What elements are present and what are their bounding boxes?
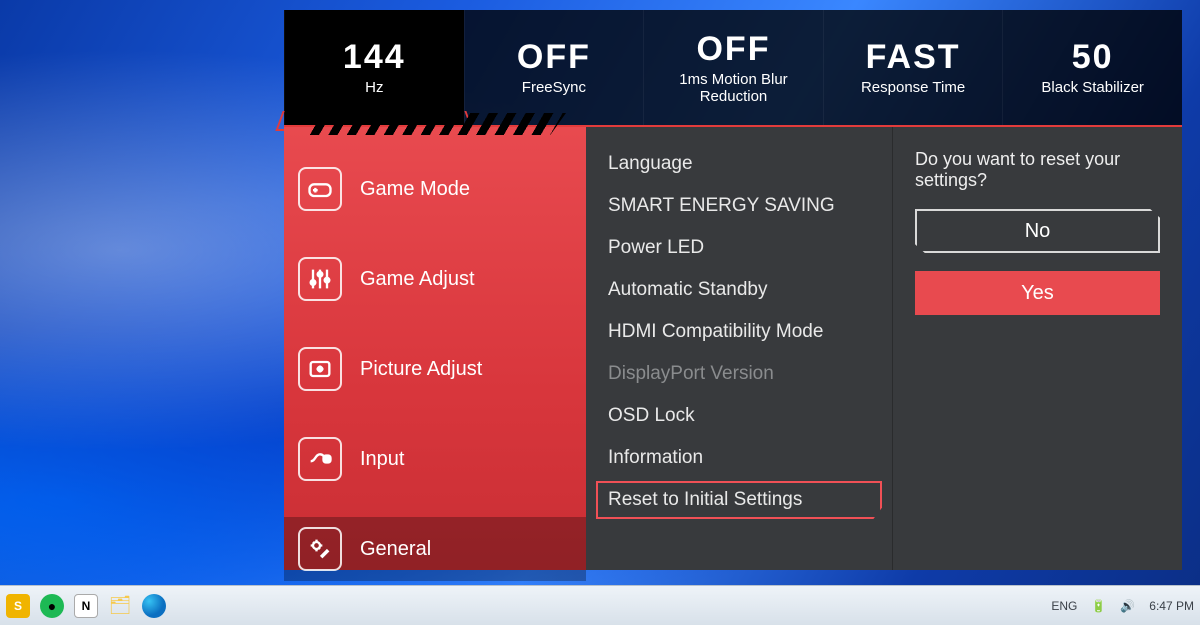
osd-submenu: Language SMART ENERGY SAVING Power LED A… — [586, 127, 892, 570]
status-value: 50 — [1072, 38, 1114, 77]
taskbar-app-spotify-icon[interactable]: ● — [40, 594, 64, 618]
submenu-item-dp-version: DisplayPort Version — [608, 363, 870, 385]
osd-status-bar: 144 Hz OFF FreeSync OFF 1ms Motion Blur … — [284, 10, 1182, 125]
status-tile-blackstab: 50 Black Stabilizer — [1002, 10, 1182, 125]
confirm-no-button[interactable]: No — [915, 209, 1160, 253]
submenu-item-reset[interactable]: Reset to Initial Settings — [596, 481, 882, 519]
menu-item-game-adjust[interactable]: Game Adjust — [284, 247, 586, 311]
taskbar-language[interactable]: ENG — [1051, 599, 1077, 613]
submenu-item-osd-lock[interactable]: OSD Lock — [608, 405, 870, 427]
brightness-icon — [298, 347, 342, 391]
status-label: Black Stabilizer — [1041, 79, 1144, 96]
osd-main-panel: Game Mode Game Adjust Picture Adjust Inp… — [284, 125, 1182, 570]
menu-label: Input — [360, 448, 404, 471]
taskbar-clock[interactable]: 6:47 PM — [1149, 599, 1194, 613]
battery-icon[interactable]: 🔋 — [1091, 599, 1106, 613]
menu-item-input[interactable]: Input — [284, 427, 586, 491]
osd-confirmation-pane: Do you want to reset your settings? No Y… — [892, 127, 1182, 570]
submenu-item-language[interactable]: Language — [608, 153, 870, 175]
submenu-item-information[interactable]: Information — [608, 447, 870, 469]
status-tile-motionblur: OFF 1ms Motion Blur Reduction — [643, 10, 823, 125]
status-value: 144 — [343, 38, 406, 77]
confirm-yes-button[interactable]: Yes — [915, 271, 1160, 315]
submenu-item-power-led[interactable]: Power LED — [608, 237, 870, 259]
confirm-question: Do you want to reset your settings? — [915, 149, 1160, 191]
menu-item-picture-adjust[interactable]: Picture Adjust — [284, 337, 586, 401]
menu-label: Game Adjust — [360, 268, 475, 291]
status-tile-response: FAST Response Time — [823, 10, 1003, 125]
taskbar-systray: ENG 🔋 🔊 6:47 PM — [1051, 599, 1194, 613]
status-value: OFF — [517, 38, 591, 77]
status-label: 1ms Motion Blur Reduction — [648, 71, 819, 106]
status-label: Hz — [365, 79, 383, 96]
windows-taskbar[interactable]: S ● N 🗂 ENG 🔋 🔊 6:47 PM — [0, 585, 1200, 625]
submenu-item-smart-energy[interactable]: SMART ENERGY SAVING — [608, 195, 870, 217]
status-tile-refresh: 144 Hz — [284, 10, 464, 125]
taskbar-pinned-apps: S ● N 🗂 — [6, 594, 166, 618]
taskbar-app-sublime-icon[interactable]: S — [6, 594, 30, 618]
taskbar-app-edge-icon[interactable] — [142, 594, 166, 618]
taskbar-app-explorer-icon[interactable]: 🗂 — [108, 594, 132, 618]
status-tile-freesync: OFF FreeSync — [464, 10, 644, 125]
sliders-icon — [298, 257, 342, 301]
volume-icon[interactable]: 🔊 — [1120, 599, 1135, 613]
taskbar-app-notion-icon[interactable]: N — [74, 594, 98, 618]
menu-label: General — [360, 538, 431, 561]
osd-main-menu: Game Mode Game Adjust Picture Adjust Inp… — [284, 127, 586, 570]
status-label: FreeSync — [522, 79, 586, 96]
menu-label: Picture Adjust — [360, 358, 482, 381]
submenu-item-hdmi-compat[interactable]: HDMI Compatibility Mode — [608, 321, 870, 343]
wrench-gear-icon — [298, 527, 342, 571]
plug-icon — [298, 437, 342, 481]
menu-label: Game Mode — [360, 178, 470, 201]
menu-stripe-decor — [304, 113, 566, 135]
gamepad-icon — [298, 167, 342, 211]
status-value: OFF — [696, 30, 770, 69]
submenu-item-auto-standby[interactable]: Automatic Standby — [608, 279, 870, 301]
status-label: Response Time — [861, 79, 965, 96]
menu-item-game-mode[interactable]: Game Mode — [284, 157, 586, 221]
menu-item-general[interactable]: General — [284, 517, 586, 581]
status-value: FAST — [866, 38, 961, 77]
